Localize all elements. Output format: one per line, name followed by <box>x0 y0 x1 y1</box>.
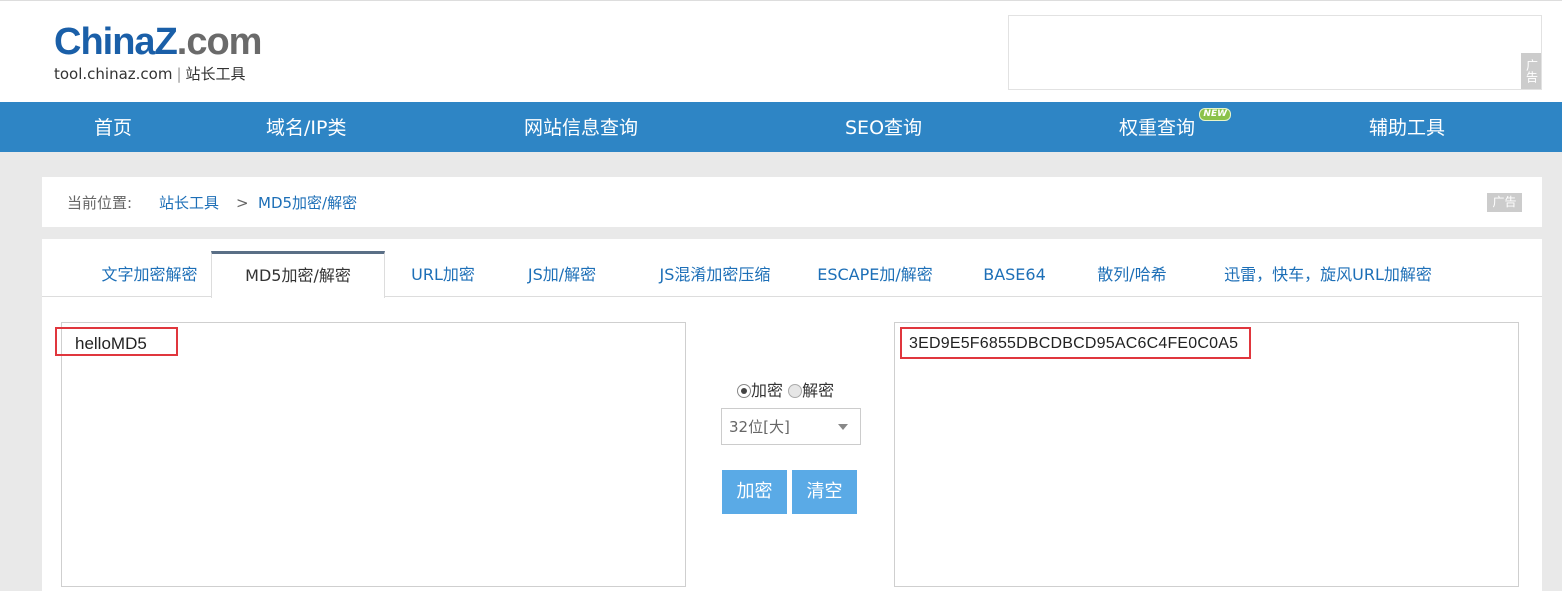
logo-subtitle: tool.chinaz.com | 站长工具 <box>54 65 294 83</box>
nav-item-site-info[interactable]: 网站信息查询 <box>524 102 638 152</box>
tab-thunder-url[interactable]: 迅雷，快车，旋风URL加解密 <box>1218 251 1438 297</box>
breadcrumb-current-link[interactable]: MD5加密/解密 <box>258 177 357 229</box>
radio-decrypt[interactable] <box>788 384 803 398</box>
tab-text-encrypt[interactable]: 文字加密解密 <box>72 251 227 297</box>
tool-panel: 文字加密解密 MD5加密/解密 URL加密 JS加/解密 JS混淆加密压缩 ES… <box>42 239 1542 591</box>
length-select[interactable]: 32位[大] <box>721 408 861 445</box>
tool-tabs: 文字加密解密 MD5加密/解密 URL加密 JS加/解密 JS混淆加密压缩 ES… <box>42 239 1542 298</box>
input-highlight-box <box>55 327 178 356</box>
nav-item-weight[interactable]: 权重查询 NEW <box>1119 102 1232 152</box>
chinaz-logo[interactable]: ChinaZ.com tool.chinaz.com | 站长工具 <box>54 21 294 87</box>
nav-item-weight-label: 权重查询 <box>1119 117 1196 139</box>
logo-wordmark: ChinaZ.com <box>54 21 294 63</box>
radio-decrypt-label[interactable]: 解密 <box>802 381 834 400</box>
length-select-value: 32位[大] <box>729 418 790 436</box>
mode-radios: 加密 解密 <box>737 379 834 403</box>
tab-js-obfuscate[interactable]: JS混淆加密压缩 <box>640 251 790 297</box>
logo-separator: | <box>176 65 182 83</box>
ad-label: 广告 <box>1521 53 1541 89</box>
logo-part3: .com <box>176 21 263 63</box>
breadcrumb: 当前位置: 站长工具 > MD5加密/解密 广告 <box>42 177 1542 227</box>
radio-encrypt-label[interactable]: 加密 <box>751 381 783 400</box>
nav-item-seo[interactable]: SEO查询 <box>845 102 922 152</box>
tab-js-encrypt[interactable]: JS加/解密 <box>512 251 612 297</box>
output-textarea[interactable]: 3ED9E5F6855DBCDBCD95AC6C4FE0C0A5 <box>894 322 1519 587</box>
breadcrumb-prefix: 当前位置: <box>67 194 133 212</box>
input-textarea[interactable]: helloMD5 <box>55 322 686 587</box>
breadcrumb-separator: > <box>236 194 249 212</box>
logo-tagline: 站长工具 <box>185 65 246 83</box>
nav-item-tools[interactable]: 辅助工具 <box>1369 102 1445 152</box>
output-highlight-box <box>900 327 1251 359</box>
main-nav: 首页 域名/IP类 网站信息查询 SEO查询 权重查询 NEW 辅助工具 <box>0 102 1562 152</box>
logo-domain: tool.chinaz.com <box>54 65 173 83</box>
breadcrumb-ad-label[interactable]: 广告 <box>1487 193 1522 212</box>
encrypt-button[interactable]: 加密 <box>722 470 787 514</box>
tab-hash[interactable]: 散列/哈希 <box>1087 251 1177 297</box>
breadcrumb-home-link[interactable]: 站长工具 <box>159 177 219 229</box>
tab-base64[interactable]: BASE64 <box>977 251 1052 297</box>
tab-escape[interactable]: ESCAPE加/解密 <box>810 251 940 297</box>
chevron-down-icon <box>838 424 848 430</box>
tab-md5[interactable]: MD5加密/解密 <box>211 251 385 298</box>
clear-button[interactable]: 清空 <box>792 470 857 514</box>
header: ChinaZ.com tool.chinaz.com | 站长工具 广告 <box>0 0 1562 102</box>
tab-url-encrypt[interactable]: URL加密 <box>398 251 488 297</box>
nav-item-home[interactable]: 首页 <box>94 102 132 152</box>
header-ad[interactable]: 广告 <box>1008 15 1542 90</box>
new-badge: NEW <box>1199 108 1232 121</box>
radio-encrypt[interactable] <box>737 384 751 398</box>
nav-item-domain-ip[interactable]: 域名/IP类 <box>266 102 346 152</box>
logo-part1: China <box>54 21 156 63</box>
logo-part2: Z <box>154 21 178 63</box>
